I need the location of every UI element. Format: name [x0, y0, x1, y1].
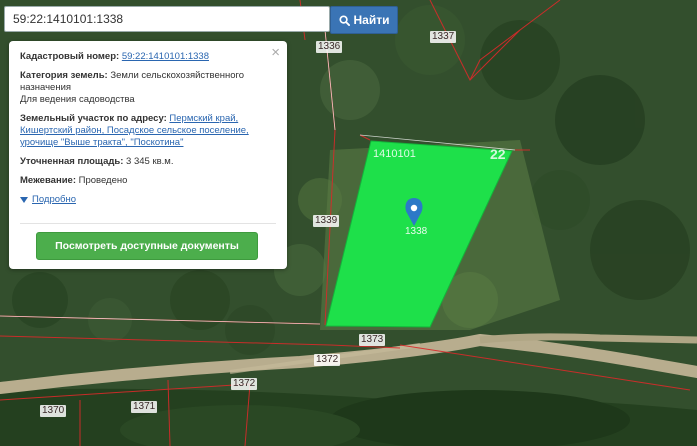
- address-link-district[interactable]: Кишертский район, Посадское сельское пос…: [20, 125, 249, 136]
- details-row: Подробно: [20, 194, 275, 207]
- parcel-label-1372: 1372: [314, 354, 341, 366]
- search-icon: [338, 14, 350, 26]
- parcel-info-panel: × Кадастровый номер: 59:22:1410101:1338 …: [9, 41, 287, 269]
- address-label: Земельный участок по адресу:: [20, 113, 167, 124]
- parcel-label-1336: 1336: [316, 41, 343, 53]
- land-category-value: Земли сельскохозяйственного: [110, 70, 245, 81]
- area-value: 3 345 кв.м.: [126, 156, 174, 167]
- parcel-label-1372: 1372: [231, 378, 258, 390]
- parcel-label-1337: 1337: [430, 31, 457, 43]
- panel-divider: [20, 223, 276, 224]
- address-row: Земельный участок по адресу: Пермский кр…: [20, 113, 275, 149]
- triangle-down-icon: [20, 197, 28, 203]
- search-button[interactable]: Найти: [330, 6, 398, 34]
- close-icon[interactable]: ×: [271, 45, 280, 60]
- search-bar: Найти: [4, 6, 398, 34]
- survey-value: Проведено: [78, 175, 128, 186]
- land-category-label: Категория земель:: [20, 70, 108, 81]
- cadastral-quarter-label: 1410101: [373, 148, 416, 160]
- parcel-label-1373: 1373: [359, 334, 386, 346]
- permitted-use: Для ведения садоводства: [20, 94, 135, 105]
- search-button-label: Найти: [353, 13, 390, 27]
- cadastral-number-label: Кадастровый номер:: [20, 51, 120, 62]
- cadastral-number-row: Кадастровый номер: 59:22:1410101:1338: [20, 51, 275, 63]
- land-category-row: Категория земель: Земли сельскохозяйстве…: [20, 70, 275, 106]
- land-category-value-cont: назначения: [20, 82, 72, 93]
- cadastral-zone-label: 22: [490, 146, 506, 162]
- details-link-label: Подробно: [32, 194, 76, 205]
- area-label: Уточненная площадь:: [20, 156, 124, 167]
- address-link-region[interactable]: Пермский край,: [169, 113, 238, 124]
- area-row: Уточненная площадь: 3 345 кв.м.: [20, 156, 275, 168]
- survey-label: Межевание:: [20, 175, 76, 186]
- parcel-label-1370: 1370: [40, 405, 67, 417]
- selected-parcel-label: 1338: [405, 226, 428, 237]
- cadastral-number-link[interactable]: 59:22:1410101:1338: [122, 51, 209, 62]
- address-link-locality[interactable]: урочище "Выше тракта", "Поскотина": [20, 137, 183, 148]
- view-documents-button[interactable]: Посмотреть доступные документы: [36, 232, 258, 260]
- search-input[interactable]: [4, 6, 330, 32]
- details-link[interactable]: Подробно: [20, 194, 76, 206]
- parcel-label-1339: 1339: [313, 215, 340, 227]
- survey-row: Межевание: Проведено: [20, 175, 275, 187]
- parcel-label-1371: 1371: [131, 401, 158, 413]
